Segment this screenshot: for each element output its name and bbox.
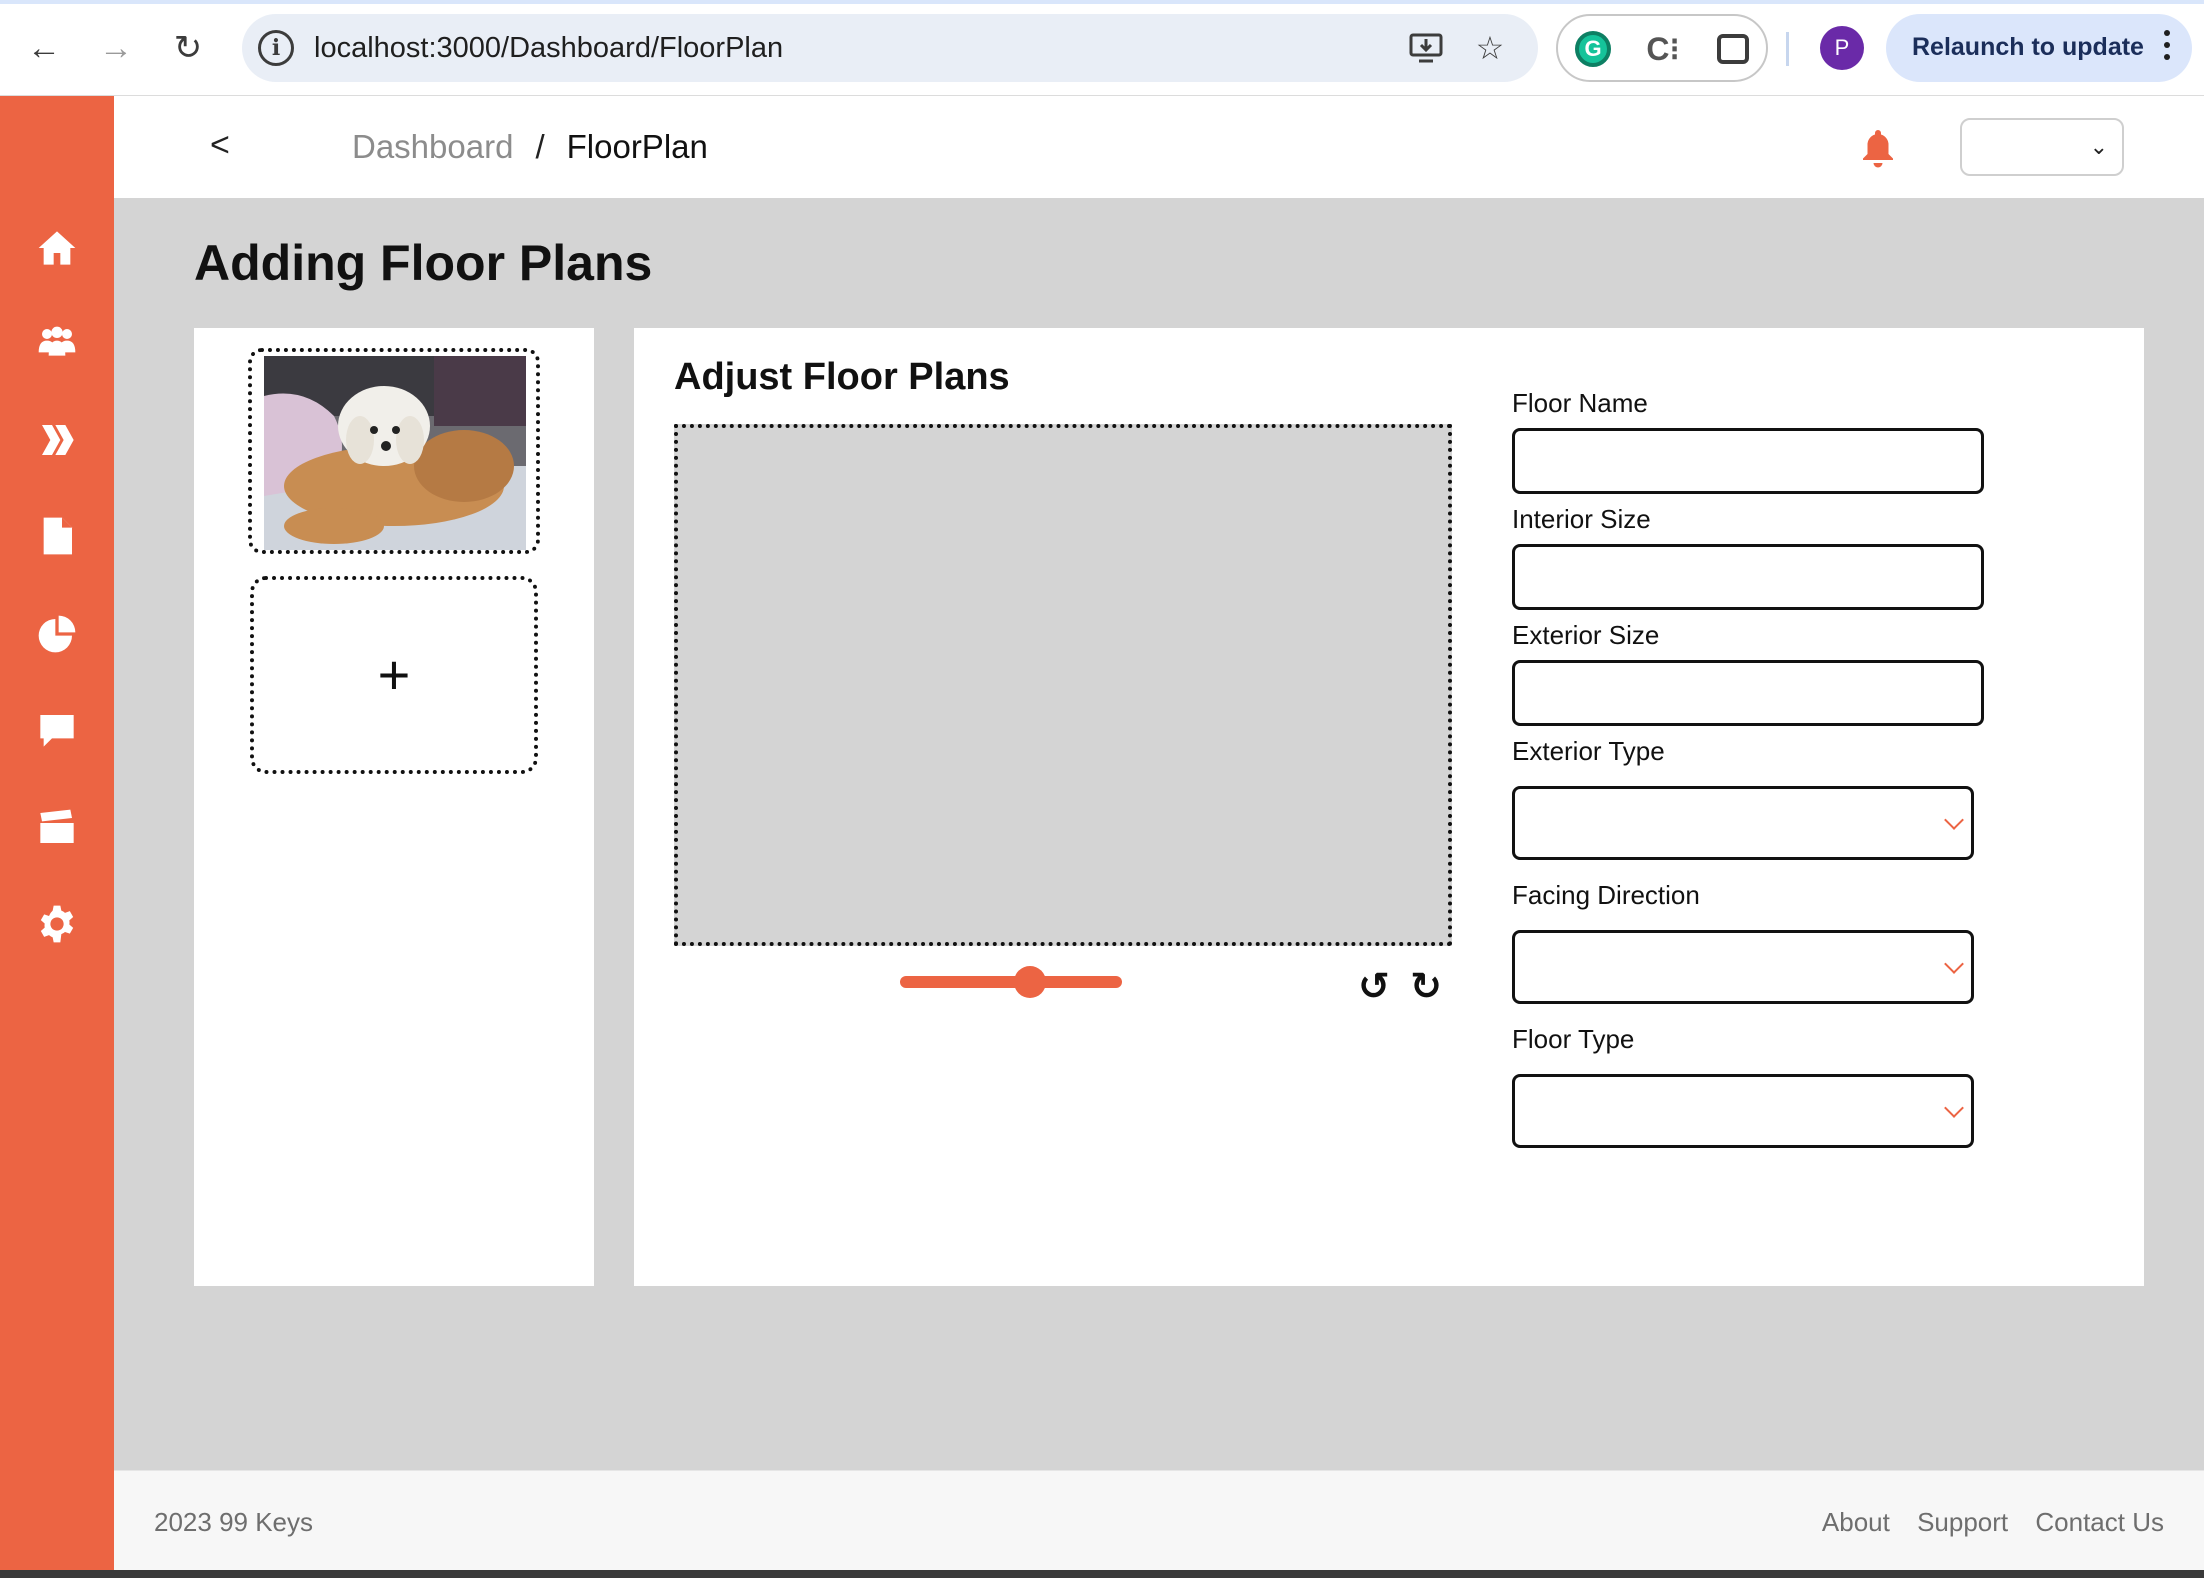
- add-floor-plan-button[interactable]: +: [250, 576, 538, 774]
- zoom-slider-track: [900, 976, 1122, 988]
- floor-plan-thumbnail[interactable]: [248, 348, 540, 554]
- document-icon[interactable]: [31, 510, 83, 562]
- settings-icon[interactable]: [31, 898, 83, 950]
- footer-about-link[interactable]: About: [1822, 1507, 1890, 1537]
- breadcrumb: Dashboard / FloorPlan: [352, 128, 708, 166]
- breadcrumb-separator: /: [535, 128, 545, 165]
- bookmark-star-icon[interactable]: ☆: [1468, 26, 1512, 70]
- thumbnail-photo: [264, 356, 526, 550]
- chevron-down-icon: [1944, 1098, 1964, 1118]
- floor-name-field[interactable]: [1512, 428, 1984, 494]
- exterior-type-label: Exterior Type: [1512, 736, 1665, 766]
- window-bottom-edge: [0, 1570, 2204, 1578]
- facing-direction-select[interactable]: [1512, 930, 1974, 1004]
- browser-toolbar: ← → ↻ i localhost:3000/Dashboard/FloorPl…: [0, 0, 2204, 96]
- relaunch-label: Relaunch to update: [1912, 33, 2144, 61]
- chat-icon[interactable]: [31, 704, 83, 756]
- menu-dots-icon[interactable]: [2164, 30, 2172, 66]
- exterior-size-label: Exterior Size: [1512, 620, 1660, 650]
- floor-plan-canvas[interactable]: [674, 424, 1452, 946]
- exterior-type-select[interactable]: [1512, 786, 1974, 860]
- chevron-down-icon: [1944, 954, 1964, 974]
- forward-arrow-icon[interactable]: →: [92, 24, 140, 72]
- chevron-down-icon: ⌄: [2089, 134, 2108, 159]
- breadcrumb-dashboard-link[interactable]: Dashboard: [352, 128, 513, 165]
- pitch-icon[interactable]: [31, 414, 83, 466]
- rotate-right-icon[interactable]: ↻: [1410, 964, 1442, 1009]
- user-menu-select[interactable]: ⌄: [1960, 118, 2124, 176]
- notification-bell-icon[interactable]: [1860, 128, 1896, 168]
- grammarly-icon[interactable]: G: [1570, 26, 1616, 72]
- page-title: Adding Floor Plans: [194, 235, 653, 291]
- install-app-icon[interactable]: [1404, 26, 1448, 70]
- floor-name-label: Floor Name: [1512, 388, 1648, 418]
- toolbar-divider: [1786, 32, 1789, 66]
- home-icon[interactable]: [31, 222, 83, 274]
- floor-type-select[interactable]: [1512, 1074, 1974, 1148]
- extensions-group: G C⁝: [1556, 14, 1768, 82]
- footer-links: About Support Contact Us: [1802, 1507, 2164, 1538]
- code-c-icon[interactable]: C⁝: [1640, 26, 1686, 72]
- puzzle-icon[interactable]: [1710, 26, 1756, 72]
- reload-icon[interactable]: ↻: [164, 24, 212, 72]
- floor-plan-editor: Adjust Floor Plans ↺ ↻ Floor Name Interi…: [634, 328, 2144, 1286]
- exterior-size-field[interactable]: [1512, 660, 1984, 726]
- editor-title: Adjust Floor Plans: [674, 356, 1010, 398]
- profile-avatar[interactable]: P: [1820, 26, 1864, 70]
- footer-copyright: 2023 99 Keys: [154, 1507, 314, 1537]
- facing-direction-label: Facing Direction: [1512, 880, 1700, 910]
- people-icon[interactable]: [31, 318, 83, 370]
- back-button[interactable]: <: [210, 126, 230, 165]
- interior-size-field[interactable]: [1512, 544, 1984, 610]
- rotate-left-icon[interactable]: ↺: [1358, 964, 1390, 1009]
- main-content: Adding Floor Plans + Adjust Floor Plans …: [114, 198, 2204, 1470]
- breadcrumb-current: FloorPlan: [566, 128, 708, 165]
- floor-type-label: Floor Type: [1512, 1024, 1635, 1054]
- back-arrow-icon[interactable]: ←: [20, 24, 68, 72]
- footer-support-link[interactable]: Support: [1917, 1507, 2008, 1537]
- clapperboard-icon[interactable]: [31, 802, 83, 854]
- sidebar: [0, 96, 114, 1570]
- footer-contact-link[interactable]: Contact Us: [2035, 1507, 2164, 1537]
- url-text[interactable]: localhost:3000/Dashboard/FloorPlan: [314, 32, 783, 65]
- footer: 2023 99 Keys About Support Contact Us: [114, 1470, 2204, 1570]
- site-info-icon[interactable]: i: [258, 30, 294, 66]
- app-header: < Dashboard / FloorPlan ⌄: [114, 96, 2204, 198]
- floor-thumbnails-panel: +: [194, 328, 594, 1286]
- interior-size-label: Interior Size: [1512, 504, 1651, 534]
- zoom-slider[interactable]: [900, 966, 1122, 998]
- zoom-slider-handle[interactable]: [1014, 966, 1046, 998]
- chart-pie-icon[interactable]: [31, 608, 83, 660]
- tab-strip-edge: [0, 0, 2204, 4]
- address-bar[interactable]: i localhost:3000/Dashboard/FloorPlan ☆: [242, 14, 1538, 82]
- chevron-down-icon: [1944, 810, 1964, 830]
- relaunch-button[interactable]: Relaunch to update: [1886, 14, 2192, 82]
